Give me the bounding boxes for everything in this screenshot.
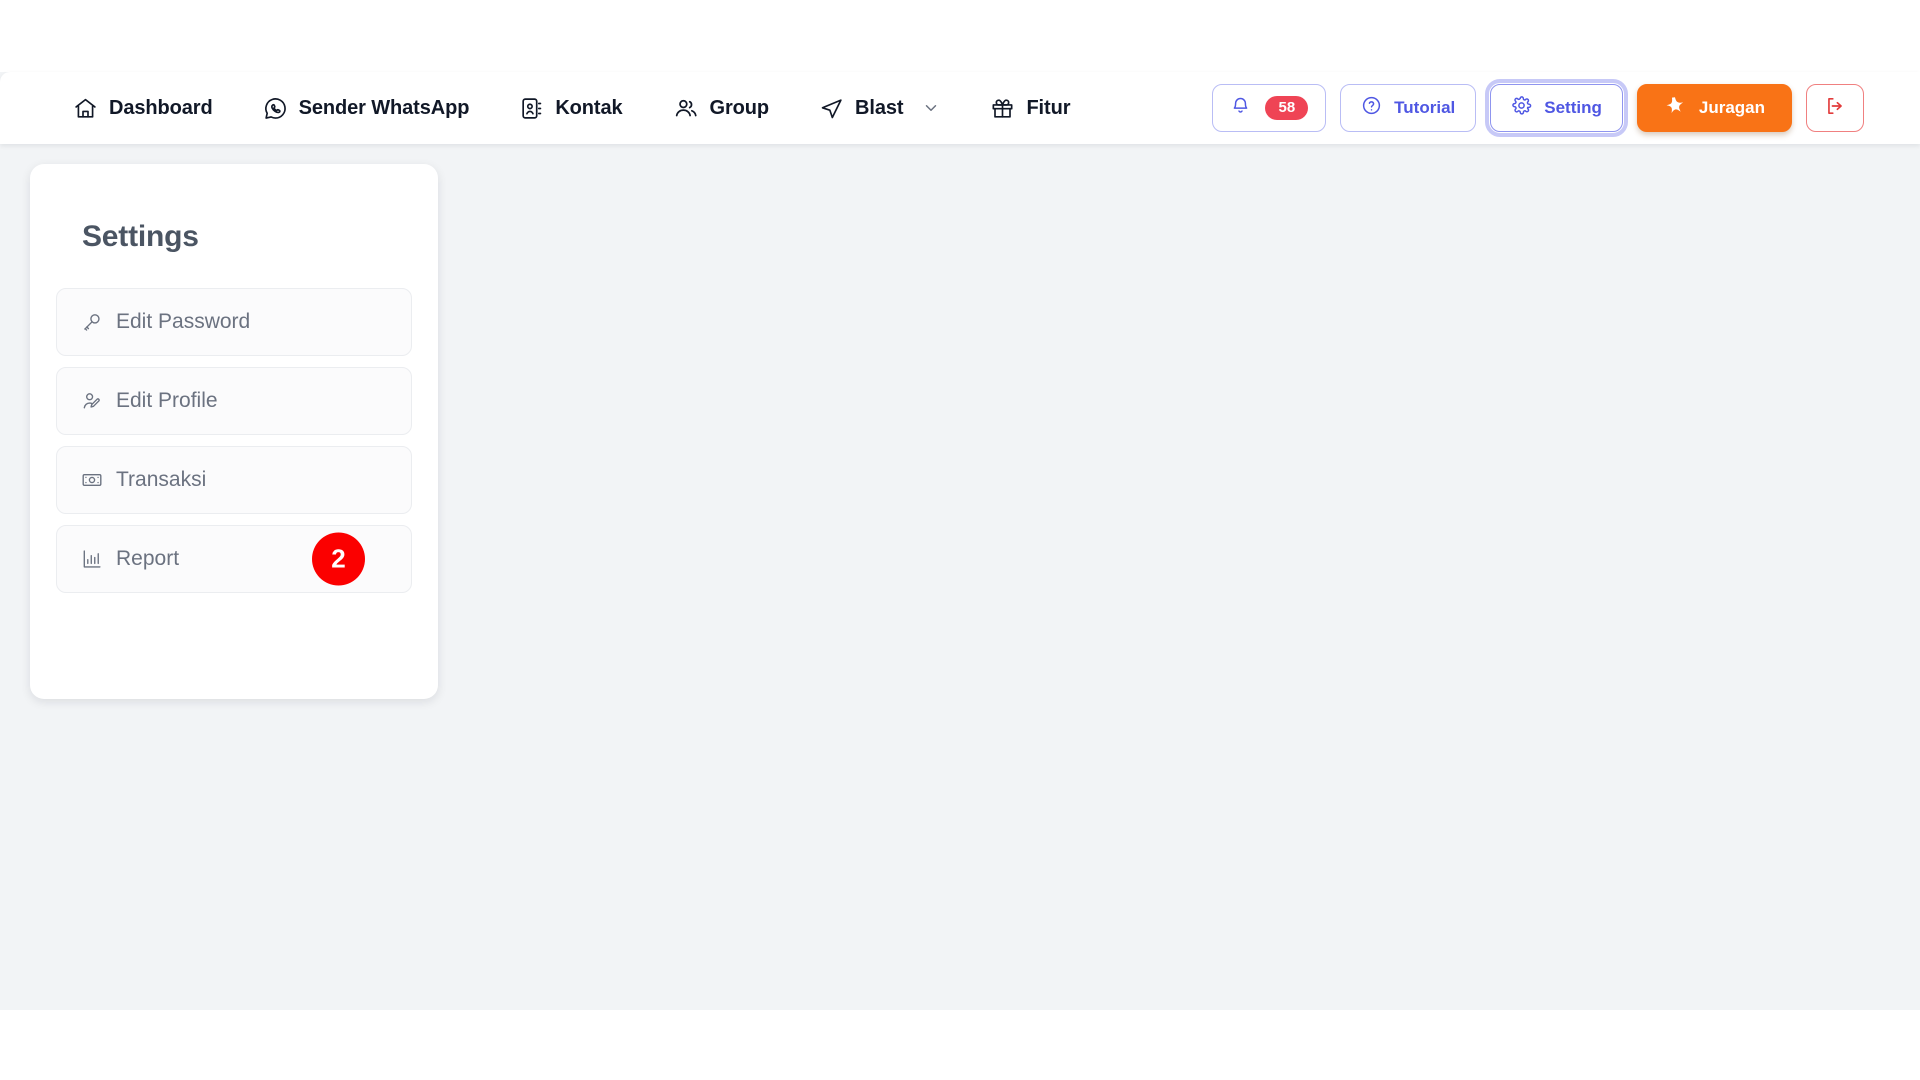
users-icon [673,95,699,121]
tutorial-button[interactable]: Tutorial [1340,84,1477,132]
home-icon [73,96,98,121]
contact-book-icon [519,96,544,121]
nav-item-blast[interactable]: Blast [794,72,965,144]
nav-label: Dashboard [109,96,213,119]
nav-label: Sender WhatsApp [298,96,470,119]
app-viewport: Dashboard Sender WhatsApp Kontak Group B… [0,0,1920,1080]
chevron-down-icon [922,99,940,117]
settings-item-label: Transaksi [116,468,207,491]
settings-menu-list: Edit Password Edit Profile Transaksi Rep… [56,288,412,593]
notification-count-badge: 58 [1265,96,1309,120]
juragan-label: Juragan [1698,98,1765,117]
step-marker-badge: 2 [312,532,365,586]
gift-icon [990,96,1015,121]
settings-item-label: Edit Password [116,310,251,333]
settings-panel: Settings Edit Password Edit Profile Tran… [30,164,438,699]
whatsapp-icon [263,96,288,121]
help-circle-icon [1361,95,1382,121]
nav-item-kontak[interactable]: Kontak [494,72,647,144]
nav-item-fitur[interactable]: Fitur [965,72,1095,144]
settings-item-transaksi[interactable]: Transaksi [56,446,412,514]
top-navbar: Dashboard Sender WhatsApp Kontak Group B… [0,72,1920,144]
user-edit-icon [81,390,103,412]
settings-item-report[interactable]: Report 2 [56,525,412,593]
gear-icon [1511,95,1532,121]
banknote-icon [81,469,103,491]
nav-label: Fitur [1026,96,1071,119]
setting-button[interactable]: Setting [1485,79,1628,137]
sparkle-star-icon [1664,95,1686,122]
juragan-button[interactable]: Juragan [1636,84,1792,132]
nav-item-dashboard[interactable]: Dashboard [48,72,238,144]
key-icon [81,311,103,333]
bell-icon [1230,95,1251,121]
nav-label: Group [709,96,770,119]
bar-chart-icon [81,548,103,570]
settings-item-edit-profile[interactable]: Edit Profile [56,367,412,435]
settings-item-edit-password[interactable]: Edit Password [56,288,412,356]
setting-label: Setting [1544,98,1602,117]
nav-item-sender-whatsapp[interactable]: Sender WhatsApp [238,72,495,144]
tutorial-label: Tutorial [1394,98,1456,117]
nav-label: Kontak [555,96,623,119]
logout-icon [1824,95,1846,122]
logout-button[interactable] [1806,84,1864,132]
page-title: Settings [82,220,199,253]
navbar-actions: 58 Tutorial Setting Juragan [1212,72,1864,144]
notifications-button[interactable]: 58 [1212,84,1327,132]
primary-navigation: Dashboard Sender WhatsApp Kontak Group B… [0,72,1095,144]
nav-label: Blast [855,96,904,119]
settings-item-label: Report [116,547,180,570]
nav-item-group[interactable]: Group [648,72,795,144]
send-icon [819,96,844,121]
settings-item-label: Edit Profile [116,389,218,412]
